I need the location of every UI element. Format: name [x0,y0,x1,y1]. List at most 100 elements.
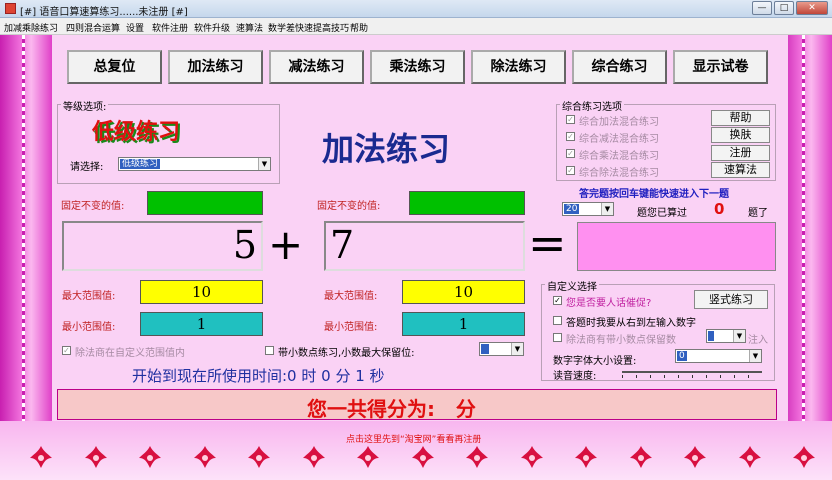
font-size-value: 0 [677,351,687,361]
menu-item-tips[interactable]: 数学差快速提高技巧 [268,21,349,34]
flower-icon [520,446,543,468]
chevron-down-icon[interactable]: ▼ [511,343,523,355]
combined-sub-checkbox[interactable]: ✓ [566,132,575,141]
decimal-quotient-value [708,331,714,341]
combined-add-label: 综合加法混合练习 [579,117,659,128]
operand-a: 5 [232,223,257,267]
level-select-value: 低级练习 [120,159,161,169]
decimal-quotient-select[interactable]: ▼ [706,329,746,343]
chevron-down-icon[interactable]: ▼ [733,330,745,342]
right-min-input[interactable]: 1 [402,312,525,336]
flower-icon [139,446,161,468]
left-border-decoration [0,35,52,421]
show-paper-button[interactable]: 显示试卷 [673,50,768,84]
decimal-checkbox[interactable] [265,346,274,355]
reset-button[interactable]: 总复位 [67,50,162,84]
decimal-places-select[interactable]: ▼ [479,342,524,356]
menu-item-upgrade[interactable]: 软件升级 [194,21,230,34]
multiplication-button[interactable]: 乘法练习 [370,50,465,84]
operator-sign: + [268,220,304,269]
maximize-icon[interactable]: □ [774,1,794,15]
decimal-quotient-suffix: 注入 [748,335,768,346]
divide-range-checkbox[interactable]: ✓ [62,346,71,355]
close-icon[interactable]: ✕ [796,1,828,15]
combined-group-title: 综合练习选项 [560,98,624,113]
speed-method-button[interactable]: 速算法 [711,162,770,178]
chevron-down-icon[interactable]: ▼ [601,203,613,215]
right-max-input[interactable]: 10 [402,280,525,304]
addition-button[interactable]: 加法练习 [168,50,263,84]
decimal-quotient-label: 除法商有带小数点保留数 [566,335,676,346]
level-group-title: 等级选项: [61,98,109,113]
font-size-label: 数字字体大小设置: [553,356,637,367]
done-count: 0 [714,200,725,218]
combined-div-checkbox[interactable]: ✓ [566,166,575,175]
enter-hint: 答完题按回车键能快速进入下一题 [579,189,729,200]
window-title: [#] 语音口算速算练习......未注册 [#] [20,7,188,18]
left-min-label: 最小范围值: [62,322,116,333]
level-select[interactable]: 低级练习 ▼ [118,157,271,171]
combined-button[interactable]: 综合练习 [572,50,667,84]
speed-label: 读音速度: [553,371,597,382]
answer-input[interactable] [577,222,776,271]
register-button[interactable]: 注册 [711,145,770,161]
decimal-quotient-checkbox[interactable] [553,333,562,342]
flower-icon [357,446,379,468]
mode-title: 加法练习 [322,130,451,168]
fixed-left-box[interactable] [147,191,263,215]
urge-checkbox[interactable]: ✓ [553,296,562,305]
minimize-icon[interactable]: — [752,1,772,15]
menu-item-help[interactable]: 帮助 [350,21,368,34]
menu-item-mixed[interactable]: 四则混合运算 [66,21,120,34]
flower-icon [629,446,652,468]
combined-div-label: 综合除法混合练习 [579,168,659,179]
flower-icon [30,446,52,468]
chevron-down-icon[interactable]: ▼ [749,350,761,362]
divide-range-label: 除法商在自定义范围值内 [75,348,185,359]
vertical-practice-button[interactable]: 竖式练习 [694,290,768,309]
level-banner: 低级练习 [92,120,181,145]
combined-sub-label: 综合减法混合练习 [579,134,659,145]
menu-item-speed[interactable]: 速算法 [236,21,263,34]
custom-group-title: 自定义选择 [545,278,599,293]
menu-item-arith[interactable]: 加减乘除练习 [4,21,58,34]
speed-slider-track[interactable] [622,371,762,373]
title-bar: [#] 语音口算速算练习......未注册 [#] — □ ✕ [0,0,832,18]
menu-item-register[interactable]: 软件注册 [152,21,188,34]
fixed-right-label: 固定不变的值: [317,201,381,212]
equals-sign: = [528,216,567,270]
flower-icon [575,446,597,468]
question-count-select[interactable]: 20 ▼ [562,202,614,216]
score-text: 您一共得分为: 分 [307,397,476,421]
font-size-select[interactable]: 0 ▼ [675,349,762,363]
operand-b-box[interactable]: 7 [324,221,525,271]
left-max-input[interactable]: 10 [140,280,263,304]
menu-bar: 加减乘除练习 四则混合运算 设置 软件注册 软件升级 速算法 数学差快速提高技巧… [0,18,832,35]
elapsed-timer: 开始到现在所使用时间:0 时 0 分 1 秒 [132,367,385,385]
skin-button[interactable]: 换肤 [711,127,770,143]
combined-mul-label: 综合乘法混合练习 [579,151,659,162]
menu-item-settings[interactable]: 设置 [126,21,144,34]
fixed-right-box[interactable] [409,191,525,215]
help-button[interactable]: 帮助 [711,110,770,126]
right-to-left-checkbox[interactable] [553,316,562,325]
flower-icon [738,446,761,468]
operand-a-box[interactable]: 5 [62,221,263,271]
subtraction-button[interactable]: 减法练习 [269,50,364,84]
question-count-value: 20 [564,204,580,214]
left-min-input[interactable]: 1 [140,312,263,336]
speed-slider-ticks [622,375,762,378]
decimal-places-value [481,344,489,354]
right-to-left-label: 答题时我要从右到左输入数字 [566,318,696,329]
right-max-label: 最大范围值: [324,291,378,302]
decimal-label: 带小数点练习,小数最大保留位: [278,348,415,359]
division-button[interactable]: 除法练习 [471,50,566,84]
level-select-label: 请选择: [70,162,104,173]
chevron-down-icon[interactable]: ▼ [258,158,270,170]
flower-icon [193,446,216,468]
urge-label: 您是否要人话催促? [566,298,652,309]
flower-icon [466,446,488,468]
flower-icon [248,446,270,468]
combined-mul-checkbox[interactable]: ✓ [566,149,575,158]
combined-add-checkbox[interactable]: ✓ [566,115,575,124]
